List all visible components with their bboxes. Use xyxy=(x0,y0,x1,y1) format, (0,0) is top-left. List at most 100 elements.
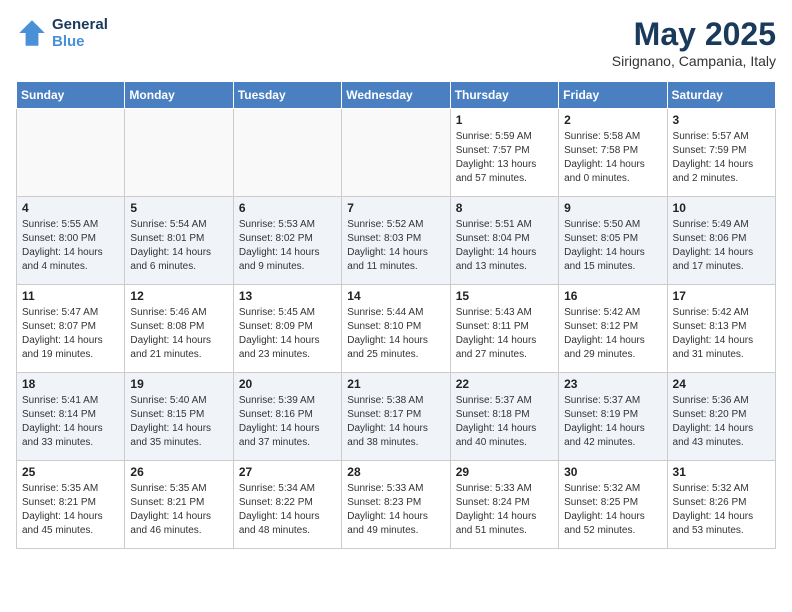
day-number: 22 xyxy=(456,377,553,391)
day-number: 24 xyxy=(673,377,770,391)
day-number: 4 xyxy=(22,201,119,215)
weekday-header-monday: Monday xyxy=(125,82,233,109)
calendar-cell: 25Sunrise: 5:35 AM Sunset: 8:21 PM Dayli… xyxy=(17,461,125,549)
day-number: 18 xyxy=(22,377,119,391)
calendar-cell: 17Sunrise: 5:42 AM Sunset: 8:13 PM Dayli… xyxy=(667,285,775,373)
day-info: Sunrise: 5:46 AM Sunset: 8:08 PM Dayligh… xyxy=(130,306,227,362)
day-info: Sunrise: 5:39 AM Sunset: 8:16 PM Dayligh… xyxy=(239,394,336,450)
calendar-cell: 8 Sunrise: 5:51 AM Sunset: 8:04 PM Daylig… xyxy=(450,197,558,285)
calendar-cell xyxy=(17,109,125,197)
calendar-cell: 5Sunrise: 5:54 AM Sunset: 8:01 PM Daylig… xyxy=(125,197,233,285)
day-info: Sunrise: 5:57 AM Sunset: 7:59 PM Dayligh… xyxy=(673,130,770,186)
day-info: Sunrise: 5:38 AM Sunset: 8:17 PM Dayligh… xyxy=(347,394,444,450)
day-number: 26 xyxy=(130,465,227,479)
day-info: Sunrise: 5:37 AM Sunset: 8:19 PM Dayligh… xyxy=(564,394,661,450)
day-number: 1 xyxy=(456,113,553,127)
day-number: 8 xyxy=(456,201,553,215)
day-number: 27 xyxy=(239,465,336,479)
day-info: Sunrise: 5:53 AM Sunset: 8:02 PM Dayligh… xyxy=(239,218,336,274)
weekday-header-tuesday: Tuesday xyxy=(233,82,341,109)
calendar-cell: 16Sunrise: 5:42 AM Sunset: 8:12 PM Dayli… xyxy=(559,285,667,373)
calendar-cell: 3 Sunrise: 5:57 AM Sunset: 7:59 PM Daylig… xyxy=(667,109,775,197)
day-info: Sunrise: 5:41 AM Sunset: 8:14 PM Dayligh… xyxy=(22,394,119,450)
calendar-week-2: 4 Sunrise: 5:55 AM Sunset: 8:00 PM Daylig… xyxy=(17,197,776,285)
day-info: Sunrise: 5:35 AM Sunset: 8:21 PM Dayligh… xyxy=(22,482,119,538)
calendar-cell xyxy=(342,109,450,197)
day-info: Sunrise: 5:49 AM Sunset: 8:06 PM Dayligh… xyxy=(673,218,770,274)
day-number: 10 xyxy=(673,201,770,215)
title-block: May 2025 Sirignano, Campania, Italy xyxy=(612,16,776,69)
calendar-cell: 21 Sunrise: 5:38 AM Sunset: 8:17 PM Dayli… xyxy=(342,373,450,461)
calendar-cell: 29 Sunrise: 5:33 AM Sunset: 8:24 PM Dayli… xyxy=(450,461,558,549)
calendar-cell: 28Sunrise: 5:33 AM Sunset: 8:23 PM Dayli… xyxy=(342,461,450,549)
calendar-cell: 15Sunrise: 5:43 AM Sunset: 8:11 PM Dayli… xyxy=(450,285,558,373)
day-info: Sunrise: 5:42 AM Sunset: 8:12 PM Dayligh… xyxy=(564,306,661,362)
day-info: Sunrise: 5:33 AM Sunset: 8:23 PM Dayligh… xyxy=(347,482,444,538)
weekday-header-wednesday: Wednesday xyxy=(342,82,450,109)
calendar-cell xyxy=(125,109,233,197)
day-info: Sunrise: 5:58 AM Sunset: 7:58 PM Dayligh… xyxy=(564,130,661,186)
calendar-cell: 26Sunrise: 5:35 AM Sunset: 8:21 PM Dayli… xyxy=(125,461,233,549)
calendar-cell: 24 Sunrise: 5:36 AM Sunset: 8:20 PM Dayli… xyxy=(667,373,775,461)
calendar-cell: 7Sunrise: 5:52 AM Sunset: 8:03 PM Daylig… xyxy=(342,197,450,285)
day-number: 9 xyxy=(564,201,661,215)
calendar-week-1: 1 Sunrise: 5:59 AM Sunset: 7:57 PM Daylig… xyxy=(17,109,776,197)
logo: General Blue xyxy=(16,16,108,50)
weekday-header-sunday: Sunday xyxy=(17,82,125,109)
day-number: 14 xyxy=(347,289,444,303)
page-header: General Blue May 2025 Sirignano, Campani… xyxy=(16,16,776,69)
calendar-cell: 19 Sunrise: 5:40 AM Sunset: 8:15 PM Dayli… xyxy=(125,373,233,461)
day-number: 29 xyxy=(456,465,553,479)
day-number: 7 xyxy=(347,201,444,215)
calendar-cell: 11Sunrise: 5:47 AM Sunset: 8:07 PM Dayli… xyxy=(17,285,125,373)
day-info: Sunrise: 5:32 AM Sunset: 8:25 PM Dayligh… xyxy=(564,482,661,538)
day-number: 12 xyxy=(130,289,227,303)
day-number: 23 xyxy=(564,377,661,391)
weekday-header-thursday: Thursday xyxy=(450,82,558,109)
calendar-cell: 1 Sunrise: 5:59 AM Sunset: 7:57 PM Daylig… xyxy=(450,109,558,197)
calendar-week-3: 11Sunrise: 5:47 AM Sunset: 8:07 PM Dayli… xyxy=(17,285,776,373)
day-info: Sunrise: 5:34 AM Sunset: 8:22 PM Dayligh… xyxy=(239,482,336,538)
day-info: Sunrise: 5:42 AM Sunset: 8:13 PM Dayligh… xyxy=(673,306,770,362)
day-number: 3 xyxy=(673,113,770,127)
day-number: 20 xyxy=(239,377,336,391)
location-subtitle: Sirignano, Campania, Italy xyxy=(612,53,776,69)
calendar-week-4: 18 Sunrise: 5:41 AM Sunset: 8:14 PM Dayli… xyxy=(17,373,776,461)
calendar-cell: 2Sunrise: 5:58 AM Sunset: 7:58 PM Daylig… xyxy=(559,109,667,197)
calendar-cell: 22 Sunrise: 5:37 AM Sunset: 8:18 PM Dayli… xyxy=(450,373,558,461)
calendar-cell: 10 Sunrise: 5:49 AM Sunset: 8:06 PM Dayli… xyxy=(667,197,775,285)
calendar-cell: 13 Sunrise: 5:45 AM Sunset: 8:09 PM Dayli… xyxy=(233,285,341,373)
calendar-cell: 20 Sunrise: 5:39 AM Sunset: 8:16 PM Dayli… xyxy=(233,373,341,461)
calendar-cell: 9Sunrise: 5:50 AM Sunset: 8:05 PM Daylig… xyxy=(559,197,667,285)
day-info: Sunrise: 5:32 AM Sunset: 8:26 PM Dayligh… xyxy=(673,482,770,538)
day-info: Sunrise: 5:33 AM Sunset: 8:24 PM Dayligh… xyxy=(456,482,553,538)
logo-text: General Blue xyxy=(52,16,108,50)
day-number: 19 xyxy=(130,377,227,391)
day-info: Sunrise: 5:55 AM Sunset: 8:00 PM Dayligh… xyxy=(22,218,119,274)
calendar-cell: 30 Sunrise: 5:32 AM Sunset: 8:25 PM Dayli… xyxy=(559,461,667,549)
day-info: Sunrise: 5:37 AM Sunset: 8:18 PM Dayligh… xyxy=(456,394,553,450)
day-number: 13 xyxy=(239,289,336,303)
calendar-table: SundayMondayTuesdayWednesdayThursdayFrid… xyxy=(16,81,776,549)
day-number: 31 xyxy=(673,465,770,479)
calendar-cell xyxy=(233,109,341,197)
calendar-week-5: 25Sunrise: 5:35 AM Sunset: 8:21 PM Dayli… xyxy=(17,461,776,549)
day-info: Sunrise: 5:54 AM Sunset: 8:01 PM Dayligh… xyxy=(130,218,227,274)
day-number: 30 xyxy=(564,465,661,479)
calendar-cell: 23 Sunrise: 5:37 AM Sunset: 8:19 PM Dayli… xyxy=(559,373,667,461)
day-info: Sunrise: 5:36 AM Sunset: 8:20 PM Dayligh… xyxy=(673,394,770,450)
calendar-cell: 6 Sunrise: 5:53 AM Sunset: 8:02 PM Daylig… xyxy=(233,197,341,285)
day-info: Sunrise: 5:40 AM Sunset: 8:15 PM Dayligh… xyxy=(130,394,227,450)
calendar-cell: 18 Sunrise: 5:41 AM Sunset: 8:14 PM Dayli… xyxy=(17,373,125,461)
weekday-header-saturday: Saturday xyxy=(667,82,775,109)
day-info: Sunrise: 5:43 AM Sunset: 8:11 PM Dayligh… xyxy=(456,306,553,362)
calendar-cell: 31 Sunrise: 5:32 AM Sunset: 8:26 PM Dayli… xyxy=(667,461,775,549)
day-number: 6 xyxy=(239,201,336,215)
day-number: 21 xyxy=(347,377,444,391)
day-info: Sunrise: 5:59 AM Sunset: 7:57 PM Dayligh… xyxy=(456,130,553,186)
calendar-cell: 27 Sunrise: 5:34 AM Sunset: 8:22 PM Dayli… xyxy=(233,461,341,549)
day-info: Sunrise: 5:51 AM Sunset: 8:04 PM Dayligh… xyxy=(456,218,553,274)
month-title: May 2025 xyxy=(612,16,776,53)
weekday-header-row: SundayMondayTuesdayWednesdayThursdayFrid… xyxy=(17,82,776,109)
day-info: Sunrise: 5:45 AM Sunset: 8:09 PM Dayligh… xyxy=(239,306,336,362)
